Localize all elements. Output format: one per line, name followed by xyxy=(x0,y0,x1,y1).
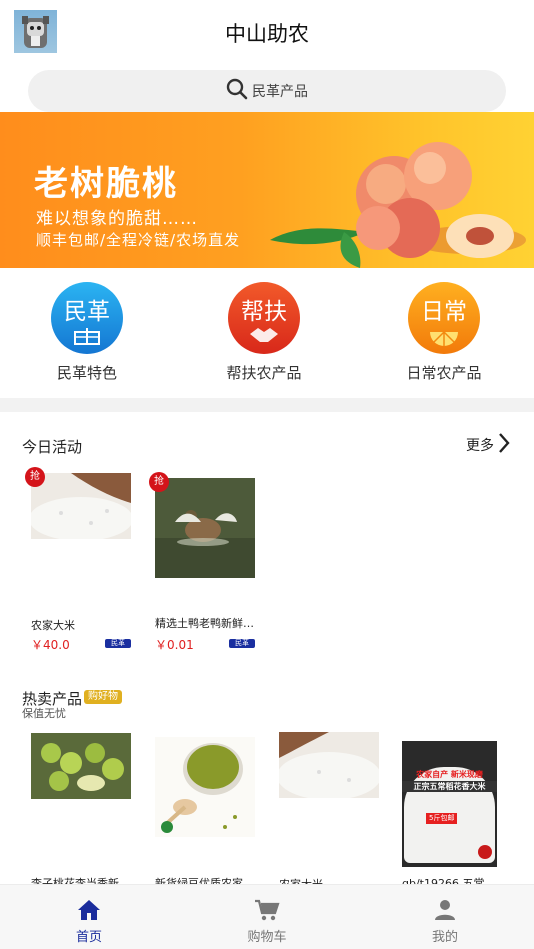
home-icon xyxy=(77,900,101,925)
tab-cart[interactable]: 购物车 xyxy=(227,899,307,945)
product-price: ￥40.0 xyxy=(31,638,70,652)
app-header: 中山助农 xyxy=(0,0,534,64)
more-link[interactable]: 更多 xyxy=(466,432,510,458)
product-image xyxy=(155,737,255,837)
tab-profile[interactable]: 我的 xyxy=(405,899,485,945)
product-overlay-mid: 正宗五常稻花香大米 xyxy=(402,781,497,792)
category-label: 帮扶农产品 xyxy=(226,364,302,382)
hot-badge: 购好物 xyxy=(84,690,122,704)
product-image xyxy=(279,732,379,798)
product-overlay-top: 农家自产 新米现磨 xyxy=(416,770,483,779)
search-icon xyxy=(226,78,248,104)
tab-label: 购物车 xyxy=(247,930,287,945)
hot-subtitle: 保值无忧 xyxy=(22,707,66,720)
product-image xyxy=(31,473,131,539)
search-input[interactable]: 民革产品 xyxy=(28,70,506,112)
product-name: 农家大米 xyxy=(31,619,75,632)
category-bangfu[interactable]: 帮扶 帮扶农产品 xyxy=(184,282,344,383)
flash-sale-badge: 抢 xyxy=(25,467,45,487)
category-label: 民革特色 xyxy=(56,364,117,382)
activity-card[interactable]: 抢 农家大米 ￥40.0 民革 xyxy=(25,467,141,653)
promo-banner[interactable]: 老树脆桃 难以想象的脆甜…… 顺丰包邮/全程冷链/农场直发 xyxy=(0,112,534,268)
banner-subtitle: 难以想象的脆甜…… xyxy=(36,209,198,229)
section-divider xyxy=(0,398,534,412)
banner-tagline: 顺丰包邮/全程冷链/农场直发 xyxy=(36,231,241,249)
category-daily[interactable]: 日常 日常农产品 xyxy=(364,282,524,383)
tab-label: 我的 xyxy=(431,930,458,945)
product-overlay-tag: 5斤包邮 xyxy=(426,813,458,824)
user-icon xyxy=(434,900,456,925)
hot-product-card[interactable]: 农家自产 新米现磨 正宗五常稻花香大米 5斤包邮 gb/t19266 五常稻… xyxy=(402,741,512,890)
minge-tag: 民革 xyxy=(229,639,255,648)
tab-home[interactable]: 首页 xyxy=(49,899,129,945)
minge-icon: 民革 xyxy=(51,282,123,354)
chevron-right-icon xyxy=(498,432,510,458)
today-title: 今日活动 xyxy=(22,438,83,456)
orange-slice-icon: 日常 xyxy=(408,282,480,354)
page-title: 中山助农 xyxy=(225,22,309,46)
category-row: 民革 民革特色 帮扶 帮扶农产品 日常 日常农产品 xyxy=(0,268,534,398)
flash-sale-badge: 抢 xyxy=(149,472,169,492)
bottom-tab-bar: 首页 购物车 我的 xyxy=(0,884,534,949)
product-image: 农家自产 新米现磨 正宗五常稻花香大米 5斤包邮 xyxy=(402,741,497,867)
product-name: 精选土鸭老鸭新鲜… xyxy=(155,617,254,630)
cart-icon xyxy=(254,899,280,925)
hot-product-card[interactable]: 李子桃花李当季新… xyxy=(31,733,141,890)
tab-label: 首页 xyxy=(75,930,102,945)
search-placeholder: 民革产品 xyxy=(252,84,308,100)
category-minge[interactable]: 民革 民革特色 xyxy=(7,282,167,383)
minge-tag: 民革 xyxy=(105,639,131,648)
category-label: 日常农产品 xyxy=(406,364,482,382)
product-image xyxy=(155,478,255,578)
hot-product-card[interactable]: 农家大米 xyxy=(279,732,389,892)
handshake-icon: 帮扶 xyxy=(228,282,300,354)
product-price: ￥0.01 xyxy=(155,638,194,652)
product-image xyxy=(31,733,131,799)
activity-card[interactable]: 抢 精选土鸭老鸭新鲜… ￥0.01 民革 xyxy=(149,472,265,653)
hot-product-card[interactable]: 新货绿豆优质农家… xyxy=(155,737,265,890)
banner-title: 老树脆桃 xyxy=(34,164,178,204)
peach-illustration xyxy=(270,142,526,268)
more-label: 更多 xyxy=(466,438,494,454)
